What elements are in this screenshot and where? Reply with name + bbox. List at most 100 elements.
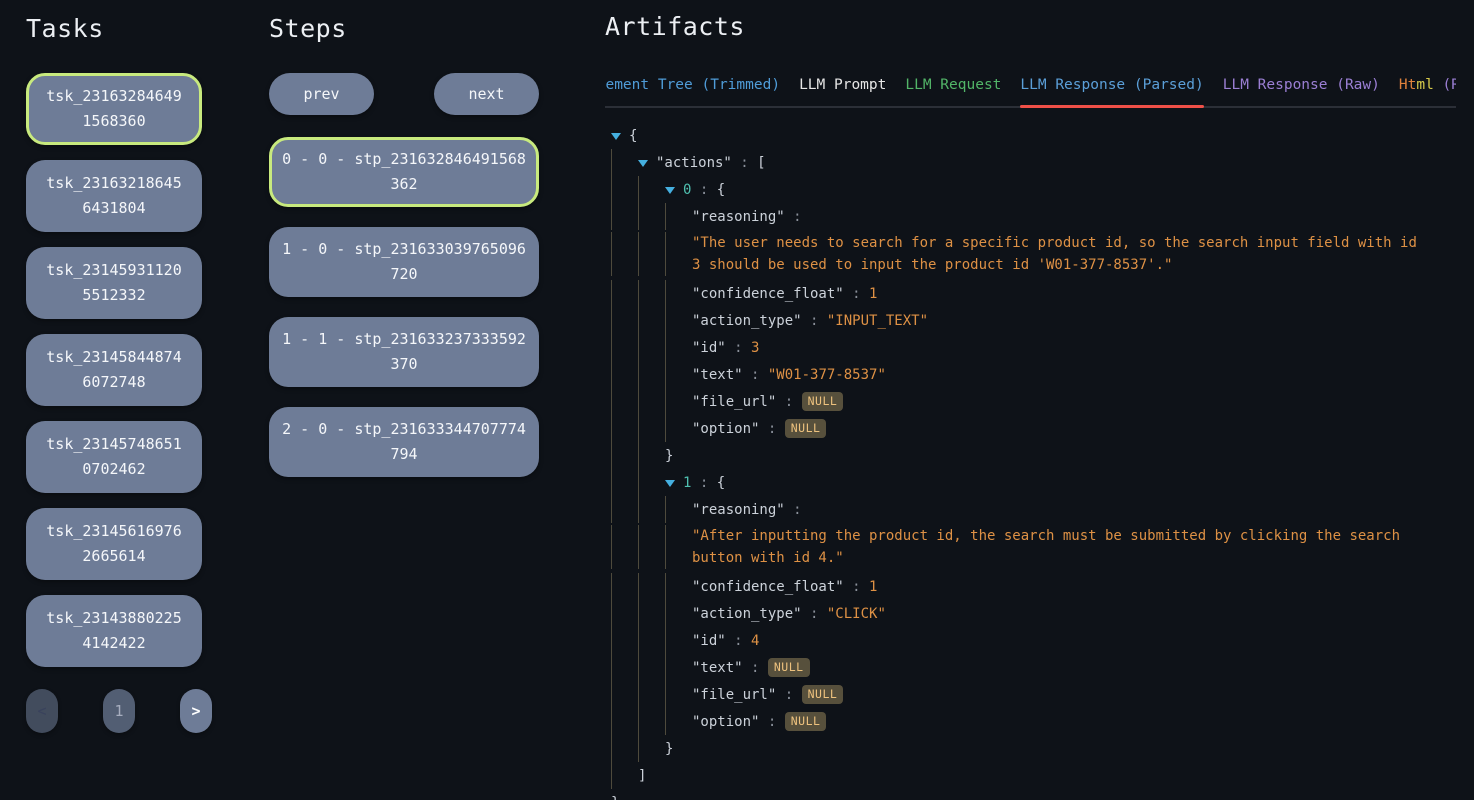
indent-guide (638, 334, 665, 361)
json-line: "id" : 3 (611, 334, 1456, 361)
task-button[interactable]: tsk_231458448746072748 (26, 334, 202, 406)
indent-guide (665, 627, 692, 654)
step-button[interactable]: 1 - 0 - stp_231633039765096720 (269, 227, 539, 297)
json-line: "action_type" : "CLICK" (611, 600, 1456, 627)
json-token-punc: : (726, 633, 751, 649)
json-token-brace: { (717, 182, 725, 198)
indent-guide (611, 442, 638, 469)
json-token-brace: ] (638, 768, 646, 784)
indent-guide (665, 573, 692, 600)
indent-guide (611, 388, 638, 415)
json-line: "option" : NULL (611, 708, 1456, 735)
tab-llm-prompt[interactable]: LLM Prompt (799, 71, 886, 106)
json-token-punc: : (691, 475, 716, 491)
indent-guide (638, 525, 665, 569)
json-token-punc: : (691, 182, 716, 198)
indent-guide (638, 573, 665, 600)
json-token-brace: { (629, 128, 637, 144)
indent-guide (611, 627, 638, 654)
json-token-index: 1 (683, 475, 691, 491)
json-line: { (611, 122, 1456, 149)
task-button[interactable]: tsk_231456169762665614 (26, 508, 202, 580)
indent-guide (665, 203, 692, 230)
indent-guide (638, 176, 665, 203)
step-button[interactable]: 0 - 0 - stp_231632846491568362 (269, 137, 539, 207)
json-token-number: 3 (751, 340, 759, 356)
indent-guide (665, 654, 692, 681)
indent-guide (665, 334, 692, 361)
tab-html-raw[interactable]: Html (Raw) (1399, 71, 1456, 106)
json-line: } (611, 735, 1456, 762)
indent-guide (611, 708, 638, 735)
indent-guide (638, 708, 665, 735)
prev-step-button[interactable]: prev (269, 73, 374, 115)
indent-guide (611, 496, 638, 523)
indent-guide (611, 573, 638, 600)
json-token-brace: [ (757, 155, 765, 171)
steps-panel: Steps prev next 0 - 0 - stp_231632846491… (269, 14, 539, 497)
collapse-toggle-icon[interactable] (611, 133, 621, 140)
json-line: "file_url" : NULL (611, 388, 1456, 415)
step-list: 0 - 0 - stp_231632846491568362 1 - 0 - st… (269, 137, 539, 477)
json-token-key: "file_url" (692, 687, 776, 703)
json-line: } (611, 789, 1456, 800)
json-token-punc: : (726, 340, 751, 356)
json-token-punc: : (802, 313, 827, 329)
json-token-key: "actions" (656, 155, 732, 171)
json-line: } (611, 442, 1456, 469)
json-token-brace: } (665, 448, 673, 464)
step-button[interactable]: 2 - 0 - stp_231633344707774794 (269, 407, 539, 477)
collapse-toggle-icon[interactable] (638, 160, 648, 167)
prev-page-button[interactable]: < (26, 689, 58, 733)
task-button[interactable]: tsk_231459311205512332 (26, 247, 202, 319)
indent-guide (638, 654, 665, 681)
null-badge: NULL (768, 658, 810, 678)
json-line: 1 : { (611, 469, 1456, 496)
indent-guide (665, 708, 692, 735)
json-token-number: 1 (869, 286, 877, 302)
json-token-brace: { (717, 475, 725, 491)
indent-guide (611, 415, 638, 442)
json-token-key: "id" (692, 633, 726, 649)
step-button[interactable]: 1 - 1 - stp_231633237333592370 (269, 317, 539, 387)
indent-guide (638, 307, 665, 334)
json-token-punc: : (743, 367, 768, 383)
indent-guide (665, 415, 692, 442)
json-token-string: "CLICK" (827, 606, 886, 622)
next-step-button[interactable]: next (434, 73, 539, 115)
json-token-string: "After inputting the product id, the sea… (692, 525, 1417, 569)
collapse-toggle-icon[interactable] (665, 480, 675, 487)
indent-guide (611, 762, 638, 789)
indent-guide (638, 496, 665, 523)
indent-guide (665, 600, 692, 627)
tab-llm-response-parsed[interactable]: LLM Response (Parsed) (1020, 71, 1203, 106)
json-token-key: "option" (692, 421, 759, 437)
json-line: "text" : "W01-377-8537" (611, 361, 1456, 388)
task-button[interactable]: tsk_231632846491568360 (26, 73, 202, 145)
json-token-key: "confidence_float" (692, 579, 844, 595)
collapse-toggle-icon[interactable] (665, 187, 675, 194)
task-button[interactable]: tsk_231632186456431804 (26, 160, 202, 232)
task-button[interactable]: tsk_231438802254142422 (26, 595, 202, 667)
indent-guide (665, 280, 692, 307)
indent-guide (638, 442, 665, 469)
page-number-button[interactable]: 1 (103, 689, 135, 733)
tab-element-tree-trimmed[interactable]: Element Tree (Trimmed) (605, 71, 780, 106)
json-line: "After inputting the product id, the sea… (611, 523, 1456, 573)
next-page-button[interactable]: > (180, 689, 212, 733)
json-line: "The user needs to search for a specific… (611, 230, 1456, 280)
indent-guide (638, 681, 665, 708)
json-token-number: 1 (869, 579, 877, 595)
json-line: ] (611, 762, 1456, 789)
json-token-punc: : (785, 502, 802, 518)
json-tree: {"actions" : [0 : {"reasoning" :"The use… (605, 122, 1456, 800)
json-token-key: "action_type" (692, 606, 802, 622)
task-button[interactable]: tsk_231457486510702462 (26, 421, 202, 493)
json-token-index: 0 (683, 182, 691, 198)
indent-guide (611, 681, 638, 708)
tab-llm-response-raw[interactable]: LLM Response (Raw) (1223, 71, 1380, 106)
indent-guide (611, 203, 638, 230)
indent-guide (638, 735, 665, 762)
artifacts-panel: Artifacts Element Tree (Trimmed)LLM Prom… (605, 12, 1456, 800)
tab-llm-request[interactable]: LLM Request (905, 71, 1001, 106)
